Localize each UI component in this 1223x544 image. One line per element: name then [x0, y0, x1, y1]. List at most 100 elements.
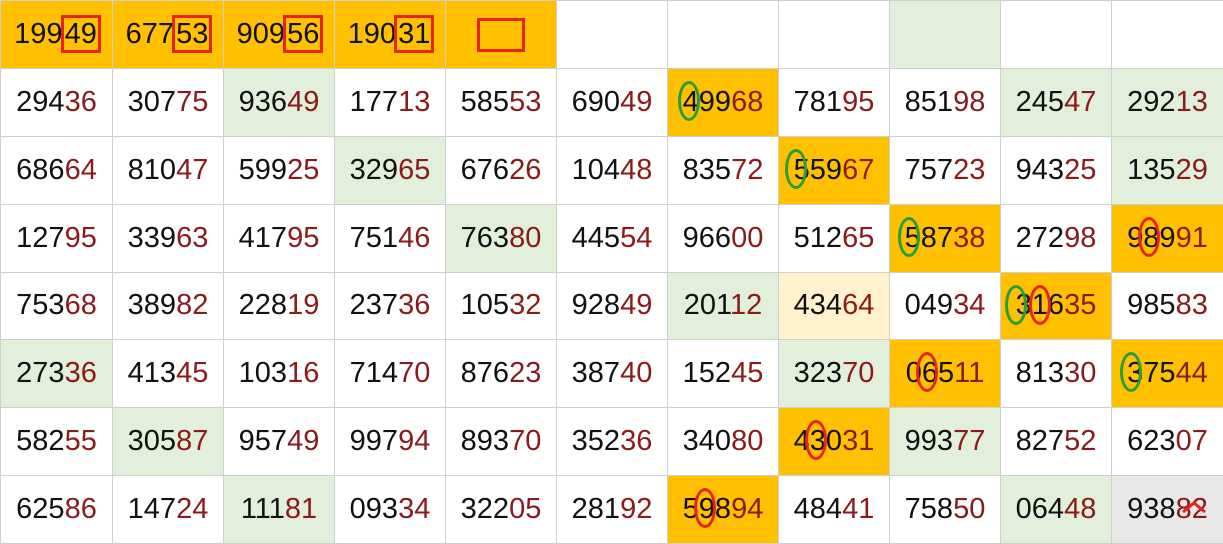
number-tail-digits: 72 [731, 153, 764, 186]
number-cell: 58738 [889, 203, 1001, 273]
number-head-digits: 389 [127, 289, 177, 322]
number-tail-digits: 86 [64, 493, 97, 526]
header-cell [778, 0, 890, 69]
number-head-digits: 966 [682, 221, 732, 254]
number-cell: 09334 [334, 475, 446, 544]
number-head-digits: 305 [127, 425, 177, 458]
number-tail-digits: 13 [398, 85, 431, 118]
number-tail-digits: 80 [509, 221, 542, 254]
number-tail-digits: 31 [394, 15, 435, 54]
header-cell [556, 0, 668, 69]
number-tail-digits: 45 [176, 357, 209, 390]
number-cell: 11181 [223, 475, 335, 544]
number-tail-digits: 87 [176, 425, 209, 458]
number-head-digits: 104 [571, 153, 621, 186]
number-head-digits: 810 [127, 153, 177, 186]
number-cell: 32205 [445, 475, 557, 544]
number-head-digits: 827 [1015, 425, 1065, 458]
number-tail-digits: 31 [842, 425, 875, 458]
number-tail-digits: 82 [1175, 493, 1208, 526]
number-cell: 38740 [556, 339, 668, 409]
number-head-digits: 625 [16, 493, 65, 526]
number-head-digits: 272 [1015, 221, 1065, 254]
number-cell: 35236 [556, 407, 668, 477]
number-tail-digits: 65 [398, 153, 431, 186]
number-head-digits: 281 [571, 493, 621, 526]
number-head-digits: 307 [127, 85, 177, 118]
number-head-digits: 714 [349, 357, 399, 390]
table-row: 27336 41345 10316 71470 87623 38740 15245 32370… [0, 339, 1223, 409]
number-head-digits: 512 [793, 221, 843, 254]
number-head-digits: 993 [904, 425, 954, 458]
number-tail-digits: 36 [64, 357, 97, 390]
number-cell: 78195 [778, 67, 890, 137]
number-head-digits: 445 [571, 221, 621, 254]
number-tail-digits: 24 [176, 493, 209, 526]
header-cell: 90956 [223, 0, 335, 69]
number-grid: 19949 67753 90956 19031 29436 30775 93649 17713… [0, 0, 1223, 544]
number-head-digits: 599 [238, 153, 288, 186]
number-head-digits: 484 [793, 493, 843, 526]
table-row: 12795 33963 41795 75146 76380 44554 96600 51265… [0, 203, 1223, 273]
number-cell: 32370 [778, 339, 890, 409]
number-cell: 95749 [223, 407, 335, 477]
number-head-digits: 985 [1127, 289, 1176, 322]
number-tail-digits: 36 [398, 289, 431, 322]
number-tail-digits: 26 [509, 153, 542, 186]
number-cell: 69049 [556, 67, 668, 137]
number-head-digits: 997 [349, 425, 399, 458]
number-head-digits: 434 [793, 289, 843, 322]
number-head-digits: 111 [240, 493, 285, 526]
number-tail-digits: 00 [731, 221, 764, 254]
table-row: 29436 30775 93649 17713 58553 69049 49968 78195… [0, 67, 1223, 137]
header-cell [445, 0, 557, 69]
number-tail-digits: 41 [842, 493, 875, 526]
number-cell: 62307 [1111, 407, 1223, 477]
empty-marker-box [477, 17, 525, 52]
number-head-digits: 677 [125, 18, 175, 51]
number-cell: 22819 [223, 271, 335, 341]
table-row: 58255 30587 95749 99794 89370 35236 34080 43031… [0, 407, 1223, 477]
number-tail-digits: 11 [954, 357, 985, 390]
number-tail-digits: 56 [283, 15, 324, 54]
number-head-digits: 676 [460, 153, 510, 186]
number-cell: 67626 [445, 135, 557, 205]
number-head-digits: 294 [16, 85, 65, 118]
number-cell: 43464 [778, 271, 890, 341]
number-tail-digits: 49 [60, 15, 101, 54]
number-head-digits: 499 [682, 85, 732, 118]
number-cell: 83572 [667, 135, 779, 205]
number-tail-digits: 94 [398, 425, 431, 458]
number-head-digits: 093 [349, 493, 399, 526]
number-tail-digits: 23 [509, 357, 542, 390]
number-cell: 04934 [889, 271, 1001, 341]
number-cell: 43031 [778, 407, 890, 477]
number-tail-digits: 48 [620, 153, 653, 186]
header-cell: 67753 [112, 0, 224, 69]
number-tail-digits: 45 [731, 357, 764, 390]
number-head-digits: 587 [904, 221, 954, 254]
number-head-digits: 989 [1127, 221, 1176, 254]
number-table: 19949 67753 90956 19031 29436 30775 93649 17713… [0, 0, 1223, 544]
number-cell: 17713 [334, 67, 446, 137]
number-tail-digits: 25 [287, 153, 320, 186]
number-tail-digits: 68 [731, 85, 764, 118]
number-head-digits: 322 [460, 493, 510, 526]
number-cell: 29213 [1111, 67, 1223, 137]
number-tail-digits: 75 [176, 85, 209, 118]
number-cell: 31635 [1000, 271, 1112, 341]
number-head-digits: 751 [349, 221, 399, 254]
number-tail-digits: 47 [176, 153, 209, 186]
number-cell: 96600 [667, 203, 779, 273]
number-head-digits: 757 [904, 153, 954, 186]
number-tail-digits: 65 [842, 221, 875, 254]
number-cell: 27298 [1000, 203, 1112, 273]
number-cell: 81330 [1000, 339, 1112, 409]
number-head-digits: 245 [1015, 85, 1065, 118]
header-row: 19949 67753 90956 19031 [0, 0, 1223, 69]
number-tail-digits: 34 [953, 289, 986, 322]
number-cell: 44554 [556, 203, 668, 273]
number-tail-digits: 25 [1064, 153, 1097, 186]
number-tail-digits: 40 [620, 357, 653, 390]
number-cell: 20112 [667, 271, 779, 341]
